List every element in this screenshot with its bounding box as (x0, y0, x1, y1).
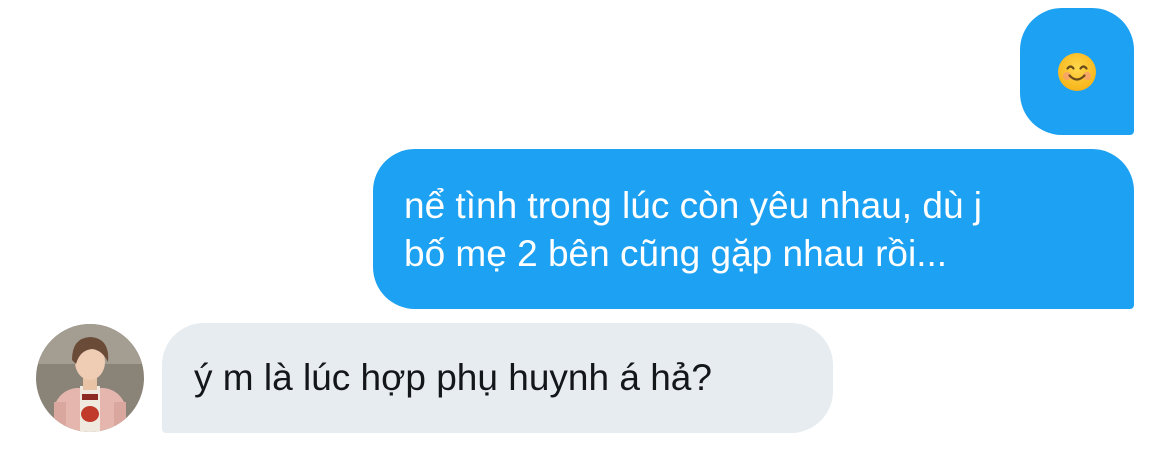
message-line: bố mẹ 2 bên cũng gặp nhau rồi... (404, 233, 948, 274)
outgoing-text-message[interactable]: nể tình trong lúc còn yêu nhau, dù j bố … (373, 149, 1134, 309)
incoming-text-message[interactable]: ý m là lúc hợp phụ huynh á hả? (162, 323, 833, 433)
sender-avatar[interactable] (36, 324, 144, 432)
smiling-face-icon (1058, 52, 1096, 91)
conversation-thread: nể tình trong lúc còn yêu nhau, dù j bố … (0, 0, 1170, 462)
message-line: nể tình trong lúc còn yêu nhau, dù j (404, 185, 983, 226)
outgoing-emoji-message[interactable] (1020, 8, 1134, 135)
avatar-photo (36, 324, 144, 432)
